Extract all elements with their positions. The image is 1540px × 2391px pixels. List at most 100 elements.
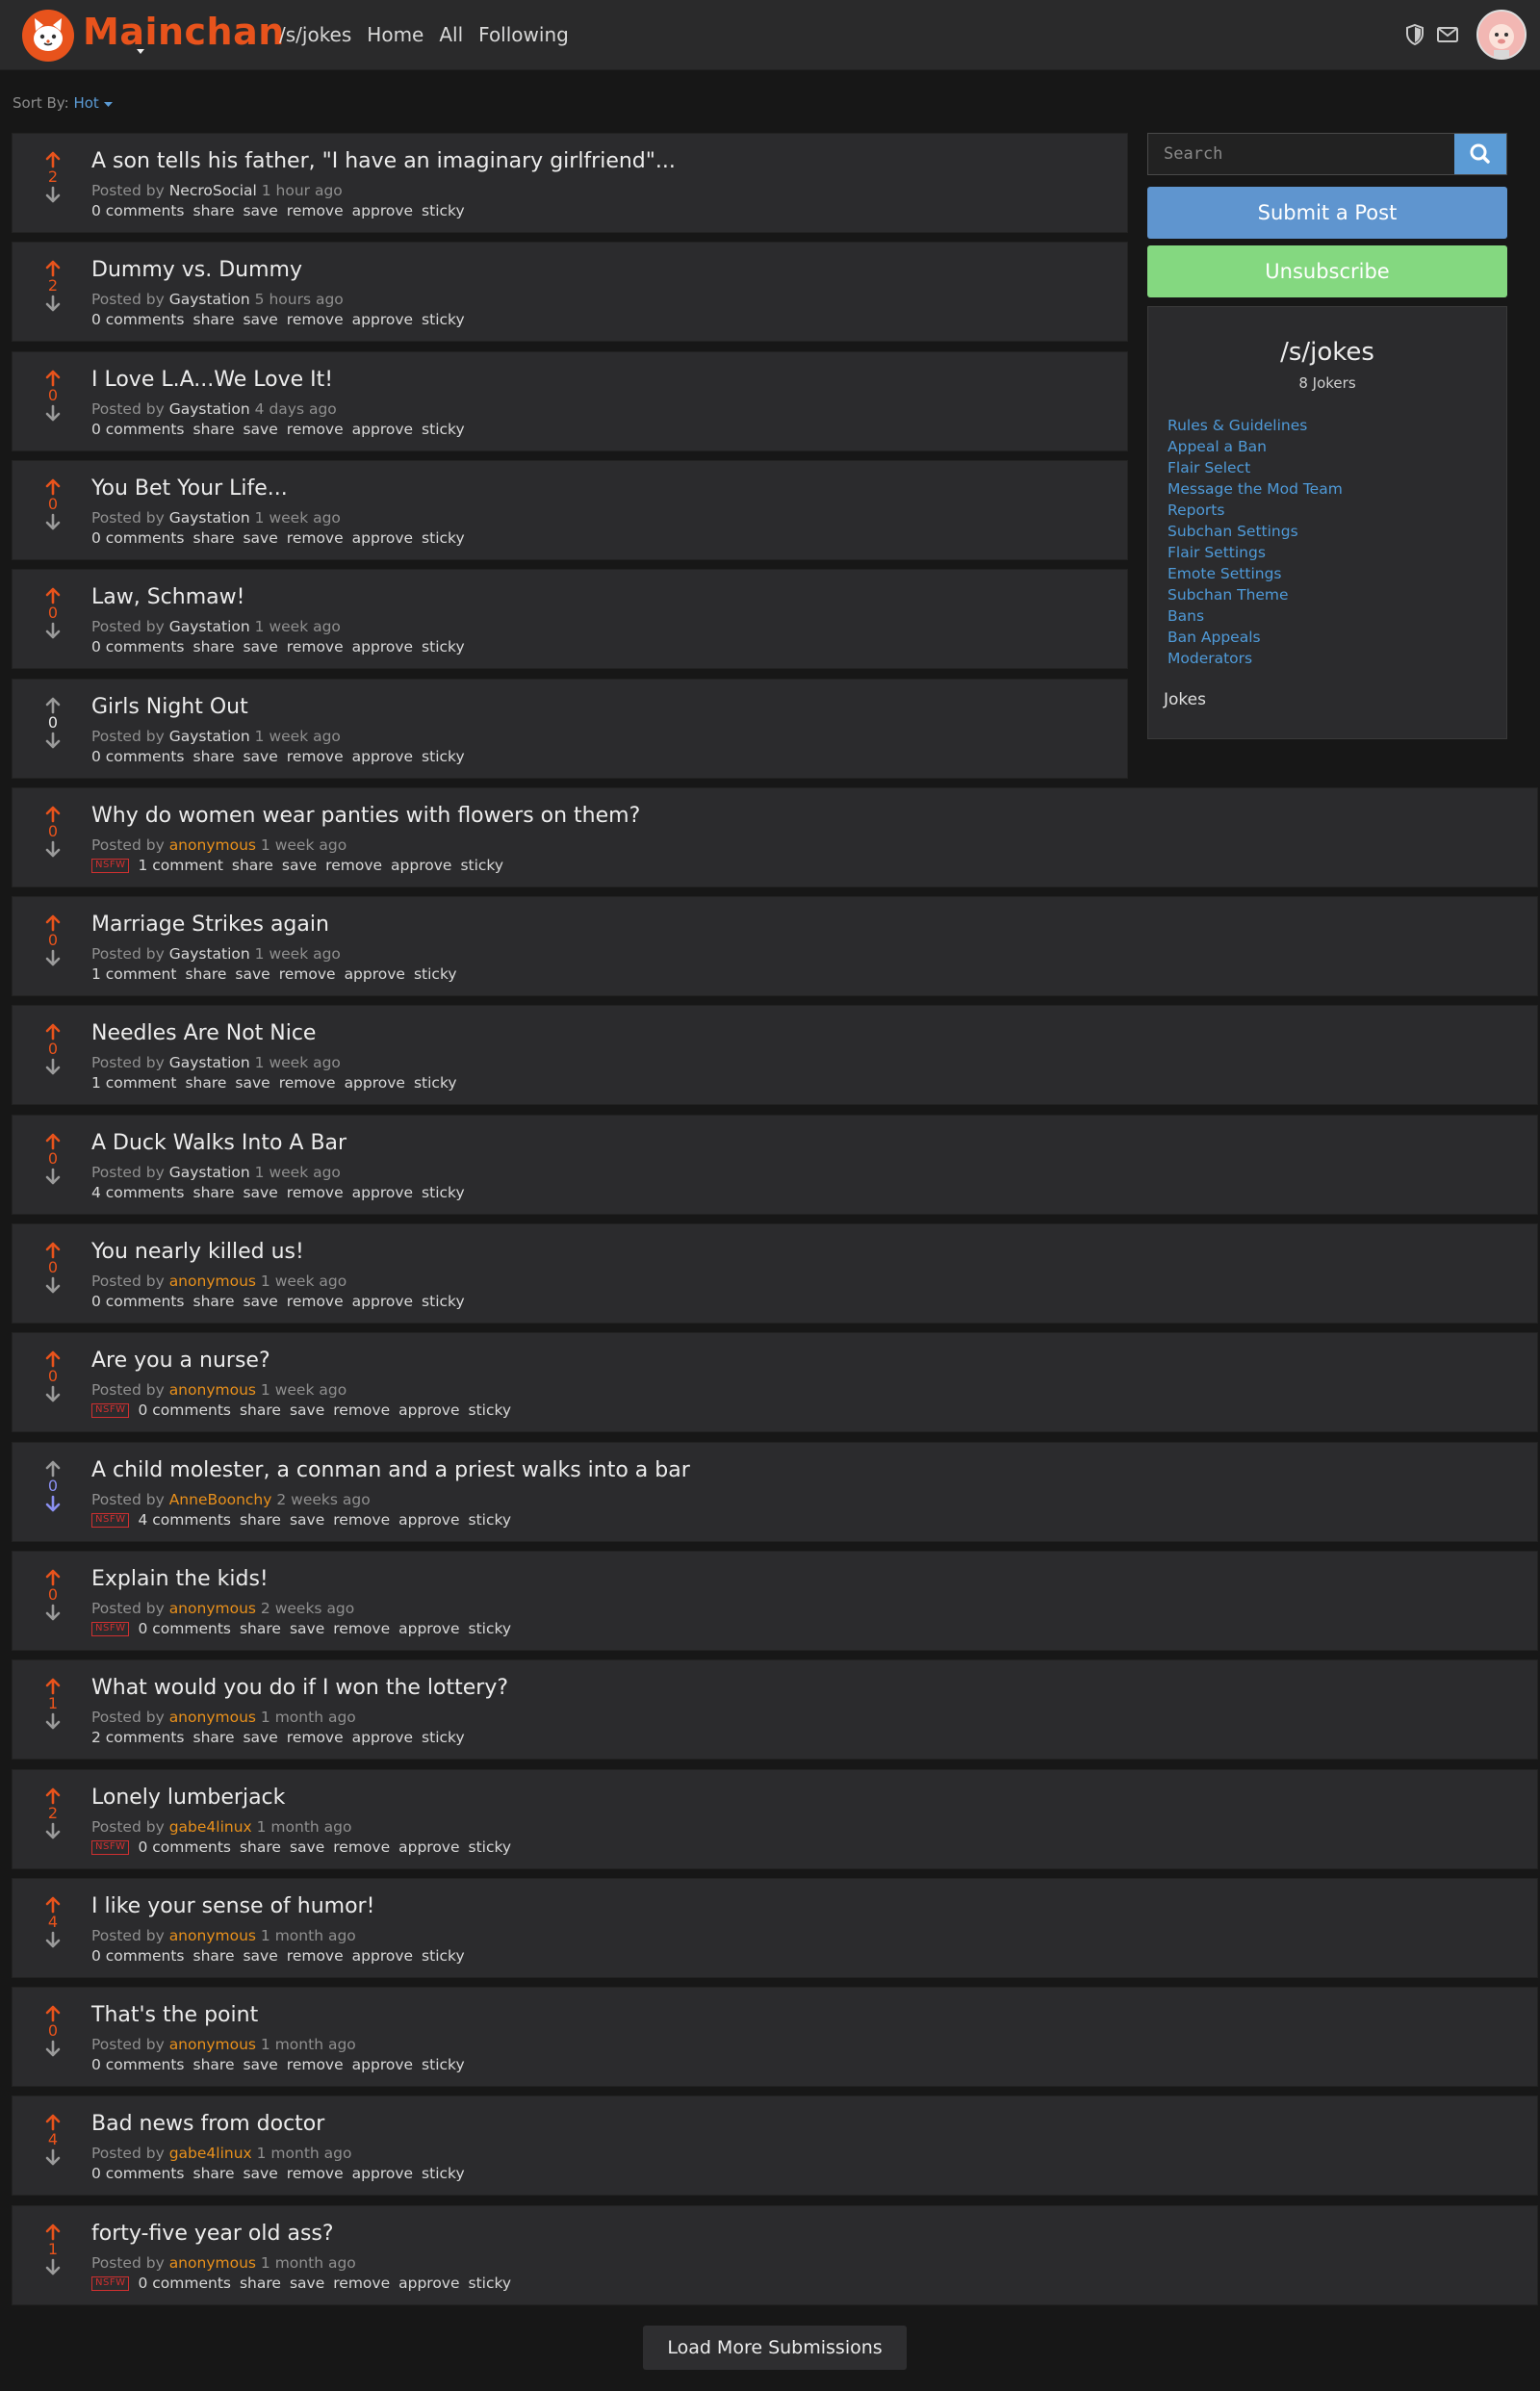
remove-link[interactable]: remove xyxy=(287,311,344,328)
comments-link[interactable]: 0 comments xyxy=(91,748,185,765)
shield-icon[interactable] xyxy=(1403,23,1426,46)
upvote-arrow-icon[interactable] xyxy=(44,2114,62,2131)
post-author[interactable]: Gaystation xyxy=(169,945,250,963)
post-title[interactable]: You Bet Your Life... xyxy=(91,476,288,501)
load-more-button[interactable]: Load More Submissions xyxy=(643,2326,907,2370)
share-link[interactable]: share xyxy=(193,1184,235,1201)
post-title[interactable]: Explain the kids! xyxy=(91,1567,269,1591)
upvote-arrow-icon[interactable] xyxy=(44,806,62,823)
remove-link[interactable]: remove xyxy=(287,1729,344,1746)
sticky-link[interactable]: sticky xyxy=(422,748,465,765)
post-title[interactable]: Needles Are Not Nice xyxy=(91,1021,316,1045)
share-link[interactable]: share xyxy=(193,2165,235,2182)
sticky-link[interactable]: sticky xyxy=(422,311,465,328)
downvote-arrow-icon[interactable] xyxy=(44,1495,62,1512)
upvote-arrow-icon[interactable] xyxy=(44,697,62,714)
sticky-link[interactable]: sticky xyxy=(414,1074,457,1092)
share-link[interactable]: share xyxy=(193,1293,235,1310)
upvote-arrow-icon[interactable] xyxy=(44,1133,62,1150)
save-link[interactable]: save xyxy=(243,1947,277,1965)
link-moderators[interactable]: Moderators xyxy=(1168,648,1343,669)
upvote-arrow-icon[interactable] xyxy=(44,1023,62,1041)
post-title[interactable]: A son tells his father, "I have an imagi… xyxy=(91,149,676,173)
sticky-link[interactable]: sticky xyxy=(422,1729,465,1746)
post-author[interactable]: gabe4linux xyxy=(169,2145,252,2162)
remove-link[interactable]: remove xyxy=(287,421,344,438)
approve-link[interactable]: approve xyxy=(352,1947,413,1965)
post-card[interactable]: 0 Why do women wear panties with flowers … xyxy=(12,787,1538,887)
approve-link[interactable]: approve xyxy=(352,1293,413,1310)
save-link[interactable]: save xyxy=(243,748,277,765)
downvote-arrow-icon[interactable] xyxy=(44,1385,62,1402)
approve-link[interactable]: approve xyxy=(352,2056,413,2073)
sort-value[interactable]: Hot xyxy=(73,94,98,112)
post-card[interactable]: 1 What would you do if I won the lottery?… xyxy=(12,1659,1538,1760)
post-card[interactable]: 0 Are you a nurse? Posted by anonymous 1 w… xyxy=(12,1332,1538,1432)
remove-link[interactable]: remove xyxy=(287,1293,344,1310)
upvote-arrow-icon[interactable] xyxy=(44,370,62,387)
approve-link[interactable]: approve xyxy=(398,1511,459,1529)
downvote-arrow-icon[interactable] xyxy=(44,1931,62,1948)
post-author[interactable]: anonymous xyxy=(169,2254,256,2272)
post-author[interactable]: AnneBoonchy xyxy=(169,1491,272,1508)
sticky-link[interactable]: sticky xyxy=(422,202,465,219)
share-link[interactable]: share xyxy=(193,529,235,547)
brand-name[interactable]: Mainchan xyxy=(83,11,285,53)
post-card[interactable]: 0 A Duck Walks Into A Bar Posted by Gaysta… xyxy=(12,1115,1538,1215)
remove-link[interactable]: remove xyxy=(287,2056,344,2073)
post-title[interactable]: What would you do if I won the lottery? xyxy=(91,1676,508,1700)
link-emote-settings[interactable]: Emote Settings xyxy=(1168,563,1343,584)
downvote-arrow-icon[interactable] xyxy=(44,2258,62,2275)
comments-link[interactable]: 1 comment xyxy=(91,965,176,983)
save-link[interactable]: save xyxy=(243,421,277,438)
post-title[interactable]: Lonely lumberjack xyxy=(91,1786,285,1810)
comments-link[interactable]: 2 comments xyxy=(91,1729,185,1746)
save-link[interactable]: save xyxy=(290,1838,324,1856)
nav-item-all[interactable]: All xyxy=(439,23,463,46)
comments-link[interactable]: 1 comment xyxy=(91,1074,176,1092)
comments-link[interactable]: 0 comments xyxy=(91,421,185,438)
comments-link[interactable]: 0 comments xyxy=(91,1293,185,1310)
downvote-arrow-icon[interactable] xyxy=(44,513,62,530)
post-author[interactable]: Gaystation xyxy=(169,400,250,418)
remove-link[interactable]: remove xyxy=(333,1401,390,1419)
link-flair-select[interactable]: Flair Select xyxy=(1168,457,1343,478)
downvote-arrow-icon[interactable] xyxy=(44,295,62,312)
downvote-arrow-icon[interactable] xyxy=(44,1604,62,1621)
post-author[interactable]: Gaystation xyxy=(169,728,250,745)
remove-link[interactable]: remove xyxy=(279,1074,336,1092)
search-button[interactable] xyxy=(1454,134,1506,174)
approve-link[interactable]: approve xyxy=(352,421,413,438)
save-link[interactable]: save xyxy=(243,2165,277,2182)
upvote-arrow-icon[interactable] xyxy=(44,260,62,277)
downvote-arrow-icon[interactable] xyxy=(44,949,62,966)
comments-link[interactable]: 0 comments xyxy=(138,1620,231,1637)
unsubscribe-button[interactable]: Unsubscribe xyxy=(1147,245,1507,297)
approve-link[interactable]: approve xyxy=(345,1074,405,1092)
save-link[interactable]: save xyxy=(243,529,277,547)
comments-link[interactable]: 0 comments xyxy=(138,1401,231,1419)
approve-link[interactable]: approve xyxy=(352,2165,413,2182)
remove-link[interactable]: remove xyxy=(333,1838,390,1856)
post-author[interactable]: anonymous xyxy=(169,1381,256,1399)
comments-link[interactable]: 0 comments xyxy=(91,311,185,328)
comments-link[interactable]: 0 comments xyxy=(138,1838,231,1856)
remove-link[interactable]: remove xyxy=(287,202,344,219)
post-card[interactable]: 0 I Love L.A...We Love It! Posted by Gayst… xyxy=(12,351,1128,451)
share-link[interactable]: share xyxy=(240,1511,281,1529)
link-subchan-theme[interactable]: Subchan Theme xyxy=(1168,584,1343,605)
save-link[interactable]: save xyxy=(290,1620,324,1637)
upvote-arrow-icon[interactable] xyxy=(44,1787,62,1805)
sticky-link[interactable]: sticky xyxy=(422,2056,465,2073)
post-author[interactable]: anonymous xyxy=(169,1927,256,1944)
sticky-link[interactable]: sticky xyxy=(469,2275,512,2292)
post-title[interactable]: You nearly killed us! xyxy=(91,1240,304,1264)
sticky-link[interactable]: sticky xyxy=(469,1401,512,1419)
link-flair-settings[interactable]: Flair Settings xyxy=(1168,542,1343,563)
downvote-arrow-icon[interactable] xyxy=(44,404,62,422)
share-link[interactable]: share xyxy=(232,857,273,874)
search-input[interactable] xyxy=(1148,134,1454,174)
approve-link[interactable]: approve xyxy=(398,1838,459,1856)
remove-link[interactable]: remove xyxy=(279,965,336,983)
post-card[interactable]: 0 A child molester, a conman and a priest… xyxy=(12,1442,1538,1542)
